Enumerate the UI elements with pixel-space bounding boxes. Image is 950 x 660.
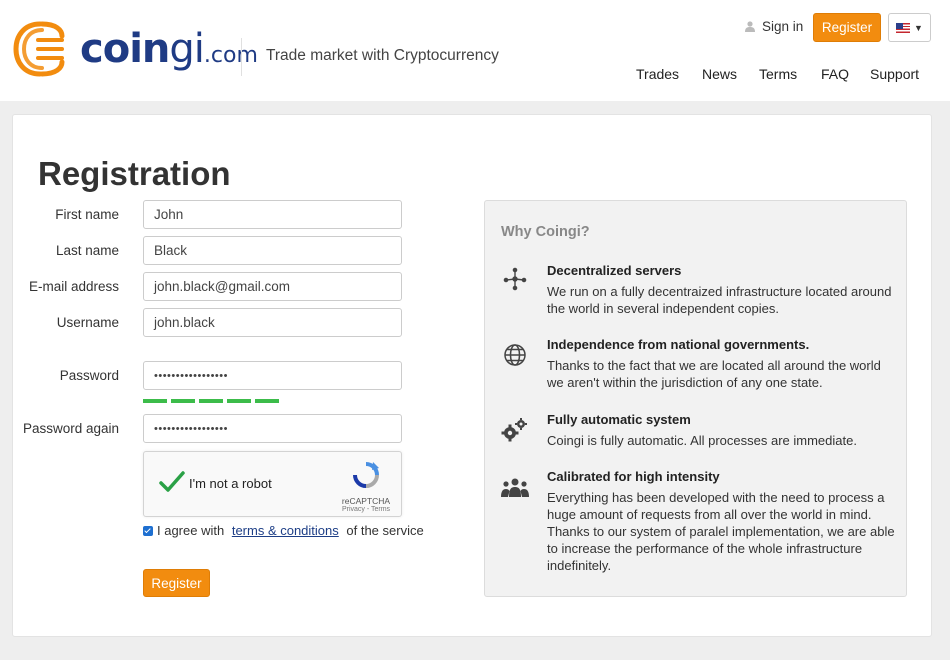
password-strength-meter (143, 399, 279, 403)
recaptcha-logo-icon (353, 462, 379, 488)
feature-title: Fully automatic system (547, 412, 691, 427)
first-name-label: First name (55, 207, 119, 222)
site-header: coingi.com Trade market with Cryptocurre… (0, 0, 950, 101)
feature-title: Independence from national governments. (547, 337, 810, 352)
nav-terms[interactable]: Terms (759, 66, 797, 82)
tagline: Trade market with Cryptocurrency (266, 47, 499, 64)
feature-high-intensity: Calibrated for high intensity Everything… (547, 469, 897, 574)
password-again-label: Password again (22, 421, 119, 436)
strength-segment (199, 399, 223, 403)
feature-automatic: Fully automatic system Coingi is fully a… (547, 412, 897, 449)
agree-checkbox[interactable] (143, 525, 153, 536)
language-select[interactable]: ▼ (888, 13, 931, 42)
logo-text-suffix: .com (203, 43, 258, 68)
nav-trades[interactable]: Trades (636, 66, 679, 82)
email-label: E-mail address (28, 279, 119, 294)
recaptcha-links[interactable]: Privacy - Terms (341, 506, 391, 513)
feature-independence: Independence from national governments. … (547, 337, 897, 391)
recaptcha-text: reCAPTCHA (341, 496, 391, 506)
strength-segment (227, 399, 251, 403)
username-field[interactable]: john.black (143, 308, 402, 337)
page-title: Registration (38, 155, 231, 192)
terms-link[interactable]: terms & conditions (232, 523, 339, 538)
main-nav: Trades News Terms FAQ Support (0, 66, 950, 84)
checkmark-icon[interactable] (158, 468, 186, 496)
recaptcha-widget: I'm not a robot reCAPTCHA Privacy - Term… (143, 451, 402, 517)
captcha-label: I'm not a robot (189, 476, 272, 491)
last-name-label: Last name (55, 243, 119, 258)
agree-prefix: I agree with (157, 523, 228, 538)
strength-segment (171, 399, 195, 403)
feature-description: We run on a fully decentraized infrastru… (547, 284, 892, 316)
last-name-field[interactable]: Black (143, 236, 402, 265)
first-name-field[interactable]: John (143, 200, 402, 229)
us-flag-icon (896, 22, 911, 33)
nav-faq[interactable]: FAQ (821, 66, 849, 82)
header-register-button[interactable]: Register (813, 13, 881, 42)
feature-description: Thanks to the fact that we are located a… (547, 358, 881, 390)
strength-segment (143, 399, 167, 403)
email-field[interactable]: john.black@gmail.com (143, 272, 402, 301)
group-icon (501, 473, 529, 501)
user-icon (745, 21, 755, 32)
strength-segment (255, 399, 279, 403)
terms-agreement: I agree with terms & conditions of the s… (143, 523, 424, 538)
feature-description: Everything has been developed with the n… (547, 490, 895, 573)
nav-news[interactable]: News (702, 66, 737, 82)
password-field[interactable]: ••••••••••••••••• (143, 361, 402, 390)
nav-support[interactable]: Support (870, 66, 919, 82)
feature-decentralized: Decentralized servers We run on a fully … (547, 263, 897, 317)
feature-title: Decentralized servers (547, 263, 682, 278)
register-submit-button[interactable]: Register (143, 569, 210, 597)
signin-link[interactable]: Sign in (745, 19, 803, 34)
feature-description: Coingi is fully automatic. All processes… (547, 433, 857, 448)
why-coingi-box: Why Coingi? Decentralized servers We run… (484, 200, 907, 597)
feature-title: Calibrated for high intensity (547, 469, 720, 484)
network-nodes-icon (501, 265, 529, 293)
agree-suffix: of the service (342, 523, 424, 538)
registration-panel: Registration First name John Last name B… (12, 114, 932, 637)
gears-icon (501, 416, 529, 444)
globe-icon (501, 341, 529, 369)
signin-label: Sign in (762, 19, 804, 34)
recaptcha-brand: reCAPTCHA Privacy - Terms (341, 460, 391, 513)
why-title: Why Coingi? (501, 224, 590, 240)
chevron-down-icon: ▼ (914, 22, 923, 33)
username-label: Username (56, 315, 119, 330)
password-again-field[interactable]: ••••••••••••••••• (143, 414, 402, 443)
password-label: Password (59, 368, 119, 383)
